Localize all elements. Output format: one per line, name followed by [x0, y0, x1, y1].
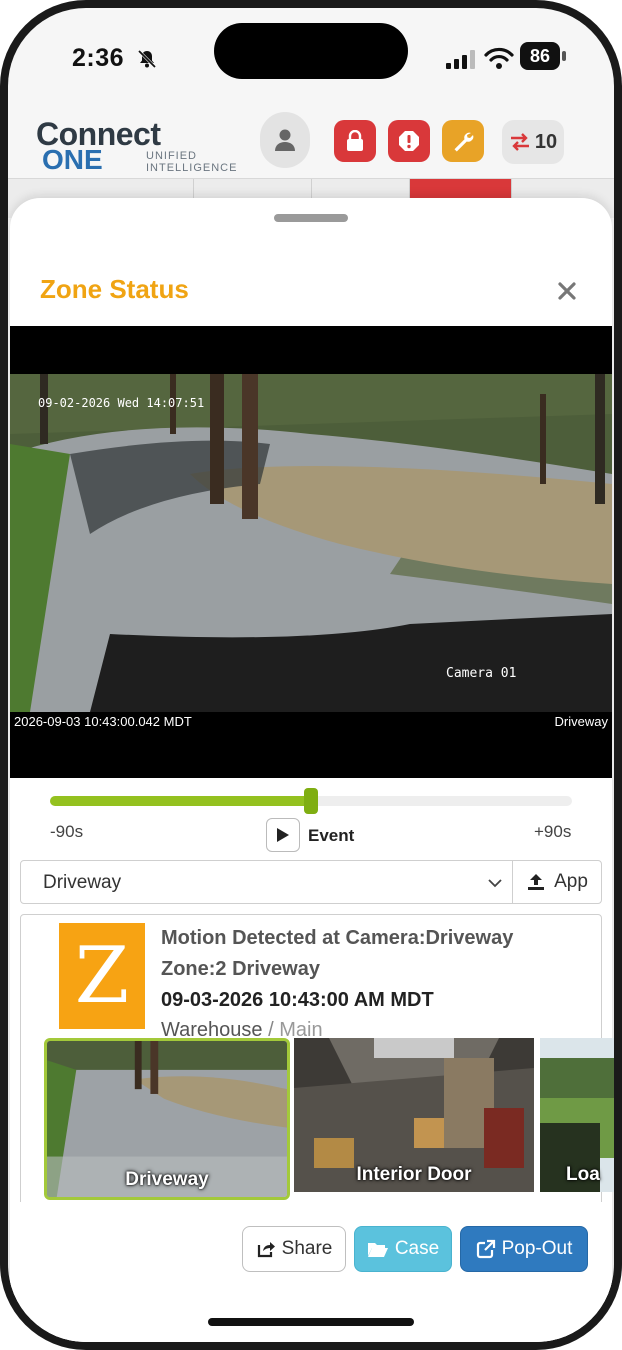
battery-tip [562, 51, 566, 61]
logo-subtitle: UNIFIED INTELLIGENCE [146, 150, 237, 174]
signal-icon [446, 50, 475, 69]
sheet-title: Zone Status [40, 274, 189, 304]
zone-icon: Z [59, 923, 145, 1029]
case-button[interactable]: Case [354, 1226, 452, 1272]
thumbnail-driveway[interactable]: Driveway [44, 1038, 290, 1200]
lock-button[interactable] [334, 120, 376, 162]
thumbnail-label: Driveway [125, 1169, 209, 1190]
sheet-grabber[interactable] [274, 214, 348, 222]
upload-icon [528, 874, 545, 890]
popout-button[interactable]: Pop-Out [460, 1226, 588, 1272]
wifi-icon [484, 47, 514, 69]
swap-count: 10 [534, 130, 558, 153]
close-icon[interactable] [554, 278, 580, 304]
swap-counter[interactable]: 10 [502, 120, 564, 164]
timeline-handle[interactable] [304, 788, 318, 814]
video-osd-datetime: 09-02-2026 Wed 14:07:51 [38, 396, 205, 410]
timeline-slider[interactable] [50, 788, 572, 814]
timeline-end-label: +90s [534, 822, 572, 841]
lock-icon [347, 130, 363, 151]
logo-sub-unified: UNIFIED [146, 150, 197, 162]
phone-frame: 2:36 86 Connect ONE UNIFIED INTELLIGENCE… [0, 0, 622, 1350]
user-button[interactable] [260, 112, 310, 168]
swap-icon [510, 133, 529, 151]
dynamic-island [214, 23, 408, 79]
battery-level: 86 [520, 42, 560, 70]
video-osd-camera: Camera 01 [446, 666, 517, 681]
logo-sub-intelligence: INTELLIGENCE [146, 162, 238, 174]
video-timestamp: 2026-09-03 10:43:00.042 MDT [14, 714, 192, 729]
share-icon [257, 1242, 275, 1258]
share-button[interactable]: Share [242, 1226, 346, 1272]
video-player[interactable]: 09-02-2026 Wed 14:07:51 Camera 01 2026-0… [10, 326, 612, 778]
camera-select[interactable]: Driveway [20, 860, 514, 904]
home-indicator [208, 1318, 414, 1326]
alert-button[interactable] [388, 120, 430, 162]
zone-icon-letter: Z [74, 931, 130, 1021]
bell-slash-icon [137, 49, 157, 69]
event-label: Event [308, 826, 355, 845]
popout-label: Pop-Out [501, 1238, 573, 1259]
camera-feed-image [10, 374, 612, 712]
timeline-start-label: -90s [50, 822, 84, 841]
battery-icon: 86 [520, 42, 566, 70]
app-button[interactable]: App [512, 860, 602, 904]
thumbnail-loading[interactable]: Loa [540, 1038, 614, 1192]
alert-icon [399, 131, 419, 151]
thumbnail-label: Loa [566, 1164, 600, 1185]
camera-thumbnails: Driveway Interior Door Loa [24, 1038, 614, 1202]
video-camera-name: Driveway [554, 714, 608, 729]
thumbnail-interior-door[interactable]: Interior Door [294, 1038, 534, 1192]
camera-select-value: Driveway [43, 872, 122, 893]
case-label: Case [394, 1238, 440, 1259]
chevron-down-icon [488, 879, 502, 888]
share-label: Share [281, 1238, 333, 1259]
timeline-fill [50, 796, 311, 806]
external-link-icon [476, 1239, 495, 1259]
play-button[interactable] [266, 818, 300, 852]
logo-one: ONE [42, 144, 103, 175]
thumbnail-label: Interior Door [356, 1164, 472, 1185]
wrench-icon [454, 132, 474, 152]
status-time: 2:36 [72, 44, 125, 72]
screen: 2:36 86 Connect ONE UNIFIED INTELLIGENCE… [8, 8, 614, 1342]
play-icon [277, 828, 289, 842]
event-title: Motion Detected at Camera:Driveway [161, 927, 514, 949]
folder-open-icon [367, 1243, 388, 1257]
wrench-button[interactable] [442, 120, 484, 162]
event-datetime: 09-03-2026 10:43:00 AM MDT [161, 989, 434, 1011]
event-zone: Zone:2 Driveway [161, 958, 320, 980]
app-button-label: App [554, 871, 588, 892]
connectone-logo: Connect ONE UNIFIED INTELLIGENCE [36, 116, 236, 176]
user-icon [275, 129, 295, 151]
zone-status-sheet: Zone Status 09-02-2026 Wed 14:07:51 Came… [10, 198, 614, 1342]
